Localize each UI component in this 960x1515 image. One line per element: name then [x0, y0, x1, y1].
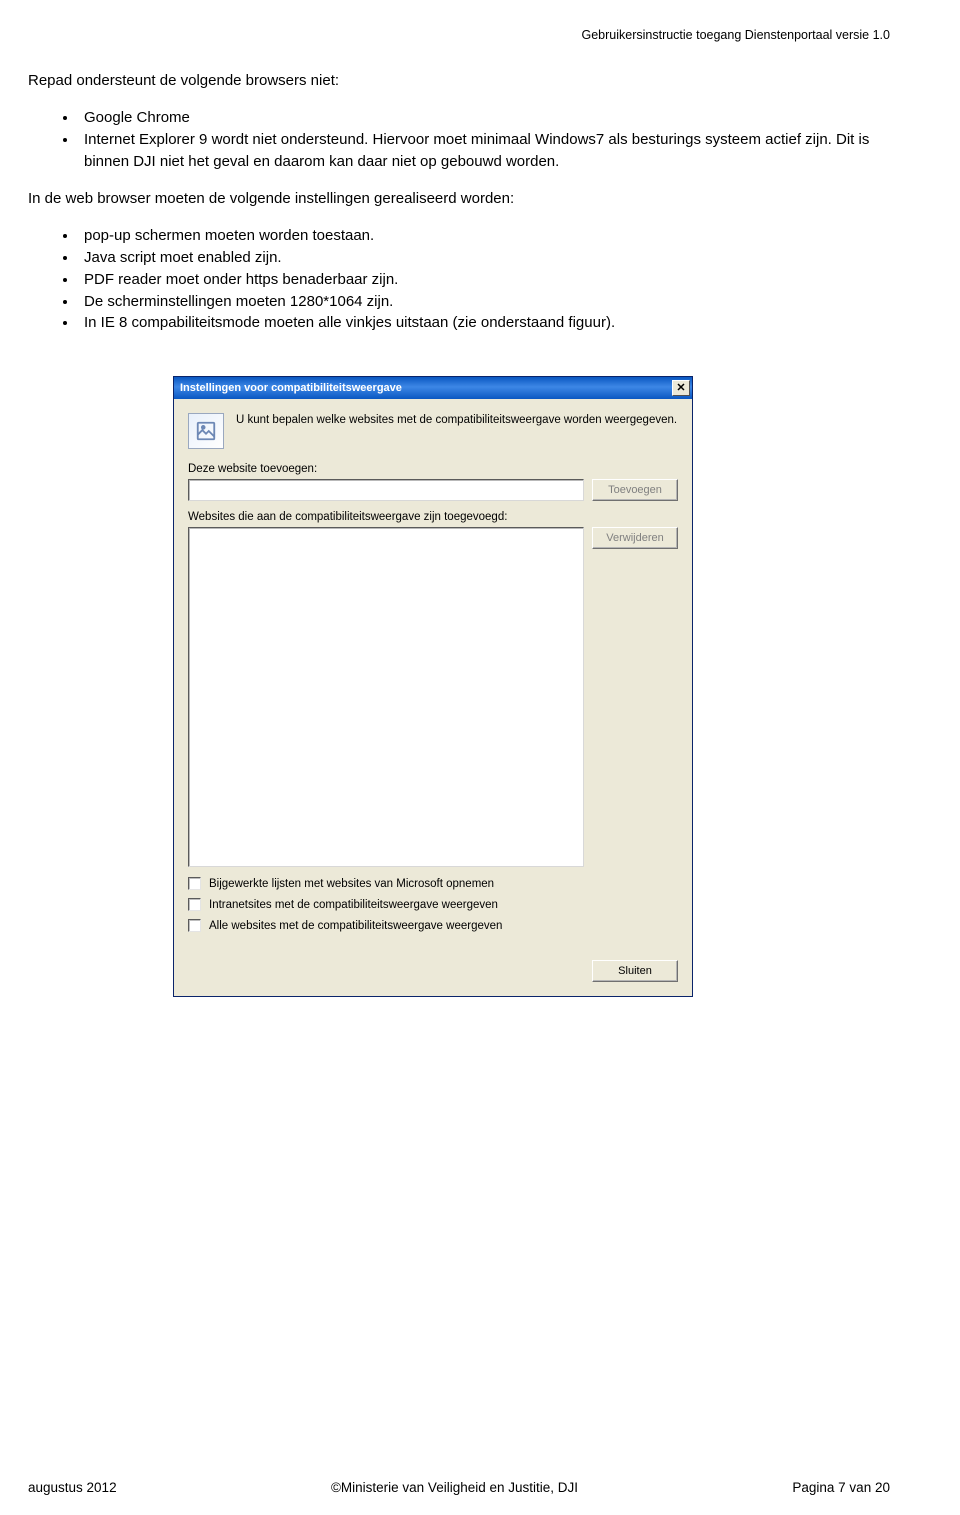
dialog-body: U kunt bepalen welke websites met de com… [174, 399, 692, 954]
dialog-figure: Instellingen voor compatibiliteitsweerga… [173, 376, 693, 997]
list-item: Internet Explorer 9 wordt niet ondersteu… [78, 129, 890, 173]
checkbox-label: Intranetsites met de compatibiliteitswee… [209, 899, 498, 911]
settings-list: pop-up schermen moeten worden toestaan. … [58, 225, 890, 334]
footer-date: augustus 2012 [28, 1480, 117, 1495]
checkbox-label: Bijgewerkte lijsten met websites van Mic… [209, 878, 494, 890]
list-item: PDF reader moet onder https benaderbaar … [78, 269, 890, 291]
close-dialog-button[interactable]: Sluiten [592, 960, 678, 982]
document-page: Gebruikersinstructie toegang Dienstenpor… [0, 0, 960, 1515]
list-item: In IE 8 compabiliteitsmode moeten alle v… [78, 312, 890, 334]
close-button[interactable]: ✕ [672, 380, 690, 396]
add-button[interactable]: Toevoegen [592, 479, 678, 501]
browser-list: Google Chrome Internet Explorer 9 wordt … [58, 107, 890, 172]
list-item: Google Chrome [78, 107, 890, 129]
website-listbox[interactable] [188, 527, 584, 867]
website-list-label: Websites die aan de compatibiliteitsweer… [188, 511, 678, 523]
compat-dialog: Instellingen voor compatibiliteitsweerga… [173, 376, 693, 997]
page-header: Gebruikersinstructie toegang Dienstenpor… [28, 28, 890, 42]
checkbox-all-websites[interactable] [188, 919, 201, 932]
checkbox-microsoft-lists[interactable] [188, 877, 201, 890]
remove-button[interactable]: Verwijderen [592, 527, 678, 549]
footer-org: ©Ministerie van Veiligheid en Justitie, … [331, 1480, 578, 1495]
page-footer: augustus 2012 ©Ministerie van Veiligheid… [28, 1480, 890, 1495]
checkbox-label: Alle websites met de compatibiliteitswee… [209, 920, 502, 932]
list-item: Java script moet enabled zijn. [78, 247, 890, 269]
checkbox-intranet[interactable] [188, 898, 201, 911]
mid-para: In de web browser moeten de volgende ins… [28, 190, 890, 207]
list-item: De scherminstellingen moeten 1280*1064 z… [78, 291, 890, 313]
footer-page: Pagina 7 van 20 [792, 1480, 890, 1495]
add-website-label: Deze website toevoegen: [188, 463, 678, 475]
dialog-description: U kunt bepalen welke websites met de com… [236, 413, 678, 449]
dialog-title: Instellingen voor compatibiliteitsweerga… [180, 382, 672, 394]
compat-icon [188, 413, 224, 449]
add-website-input[interactable] [188, 479, 584, 501]
dialog-titlebar: Instellingen voor compatibiliteitsweerga… [174, 377, 692, 399]
intro-para: Repad ondersteunt de volgende browsers n… [28, 72, 890, 89]
list-item: pop-up schermen moeten worden toestaan. [78, 225, 890, 247]
close-icon: ✕ [676, 383, 685, 394]
